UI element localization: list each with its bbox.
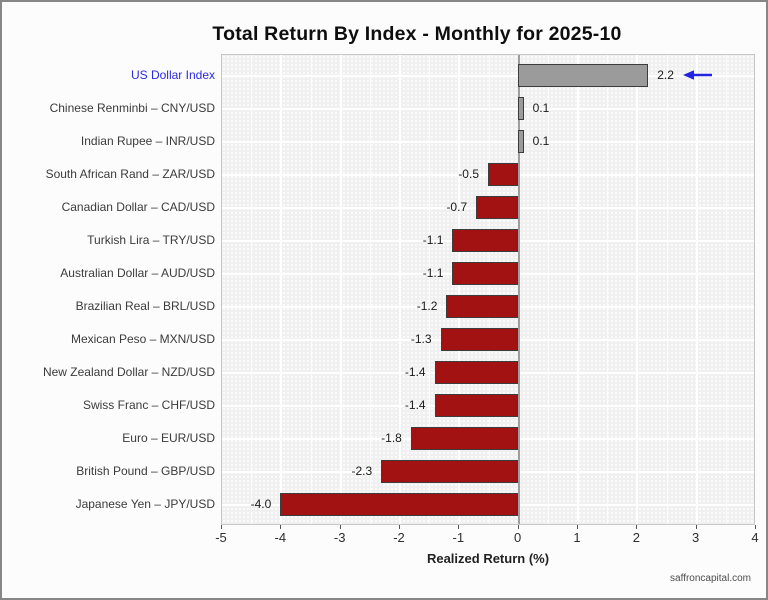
y-axis-label: South African Rand – ZAR/USD (10, 166, 215, 182)
bar-value-label: -0.5 (419, 166, 479, 182)
bar (518, 64, 649, 87)
bar (280, 493, 517, 516)
x-tick-label: 2 (616, 530, 656, 545)
y-axis-label: US Dollar Index (10, 67, 215, 83)
minor-gridline (607, 55, 608, 524)
bar-value-label: 2.2 (657, 67, 674, 83)
category-gridline (222, 141, 754, 143)
bar (518, 97, 524, 120)
x-tick-mark (696, 525, 697, 529)
x-tick-mark (280, 525, 281, 529)
y-axis-label: British Pound – GBP/USD (10, 463, 215, 479)
y-axis-label: New Zealand Dollar – NZD/USD (10, 364, 215, 380)
x-tick-mark (755, 525, 756, 529)
bar-value-label: -0.7 (407, 199, 467, 215)
x-tick-mark (577, 525, 578, 529)
major-gridline (458, 55, 460, 524)
bar (488, 163, 518, 186)
bar (411, 427, 518, 450)
major-gridline (696, 55, 698, 524)
x-tick-label: -1 (438, 530, 478, 545)
x-tick-mark (340, 525, 341, 529)
bar (452, 262, 517, 285)
left-arrow-icon (683, 68, 713, 87)
minor-gridline (251, 55, 252, 524)
bar-value-label: -1.1 (383, 265, 443, 281)
x-tick-mark (458, 525, 459, 529)
bar-value-label: -1.1 (383, 232, 443, 248)
bar (381, 460, 517, 483)
bar (441, 328, 518, 351)
chart-figure: Total Return By Index - Monthly for 2025… (0, 0, 768, 600)
bar (435, 394, 518, 417)
bar-value-label: -1.2 (377, 298, 437, 314)
minor-gridline (548, 55, 549, 524)
y-axis-label: Euro – EUR/USD (10, 430, 215, 446)
major-gridline (399, 55, 401, 524)
y-axis-label: Australian Dollar – AUD/USD (10, 265, 215, 281)
y-axis-label: Brazilian Real – BRL/USD (10, 298, 215, 314)
x-tick-mark (518, 525, 519, 529)
bar-value-label: -1.4 (366, 397, 426, 413)
major-gridline (636, 55, 638, 524)
bar-value-label: -1.3 (372, 331, 432, 347)
y-axis-label: Indian Rupee – INR/USD (10, 133, 215, 149)
x-tick-label: 4 (735, 530, 768, 545)
bar (435, 361, 518, 384)
chart-title: Total Return By Index - Monthly for 2025… (212, 23, 621, 46)
minor-gridline (429, 55, 430, 524)
x-tick-label: 0 (498, 530, 538, 545)
bar-value-label: -1.8 (342, 430, 402, 446)
bar-value-label: 0.1 (533, 133, 550, 149)
x-tick-label: 3 (676, 530, 716, 545)
y-axis-label: Turkish Lira – TRY/USD (10, 232, 215, 248)
bar-value-label: -1.4 (366, 364, 426, 380)
y-axis-label: Japanese Yen – JPY/USD (10, 496, 215, 512)
bar (452, 229, 517, 252)
y-axis-label: Mexican Peso – MXN/USD (10, 331, 215, 347)
x-tick-mark (636, 525, 637, 529)
minor-gridline (726, 55, 727, 524)
minor-gridline (311, 55, 312, 524)
x-tick-label: 1 (557, 530, 597, 545)
zero-line (518, 55, 520, 524)
bar-value-label: -4.0 (211, 496, 271, 512)
category-gridline (222, 108, 754, 110)
x-tick-mark (399, 525, 400, 529)
major-gridline (340, 55, 342, 524)
x-axis-title: Realized Return (%) (427, 551, 549, 566)
x-tick-label: -4 (260, 530, 300, 545)
x-tick-label: -2 (379, 530, 419, 545)
bar-value-label: 0.1 (533, 100, 550, 116)
x-tick-mark (221, 525, 222, 529)
bar (446, 295, 517, 318)
y-axis-label: Swiss Franc – CHF/USD (10, 397, 215, 413)
category-gridline (222, 75, 754, 77)
plot-area (221, 54, 755, 525)
bar (518, 130, 524, 153)
y-axis-label: Chinese Renminbi – CNY/USD (10, 100, 215, 116)
x-tick-label: -3 (320, 530, 360, 545)
major-gridline (577, 55, 579, 524)
y-axis-label: Canadian Dollar – CAD/USD (10, 199, 215, 215)
minor-gridline (667, 55, 668, 524)
major-gridline (280, 55, 282, 524)
bar-value-label: -2.3 (312, 463, 372, 479)
watermark-text: saffroncapital.com (670, 573, 751, 584)
x-tick-label: -5 (201, 530, 241, 545)
minor-gridline (370, 55, 371, 524)
minor-gridline (489, 55, 490, 524)
bar (476, 196, 518, 219)
